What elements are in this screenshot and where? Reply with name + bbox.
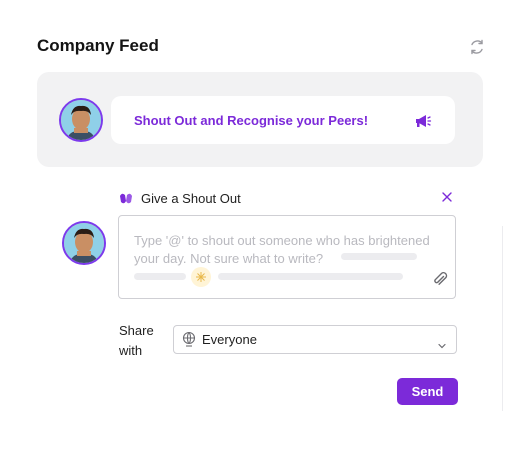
give-shout-out-label: Give a Shout Out (141, 191, 241, 206)
avatar (59, 98, 103, 142)
skeleton-line (218, 273, 403, 280)
clapping-hands-icon (118, 190, 134, 206)
shout-out-prompt-text[interactable]: Shout Out and Recognise your Peers! (134, 113, 368, 128)
chevron-down-icon[interactable] (438, 336, 446, 349)
avatar (62, 221, 106, 265)
shout-out-placeholder: Type '@' to shout out someone who has br… (134, 233, 430, 266)
sparkle-icon (191, 267, 211, 287)
globe-icon (181, 331, 197, 347)
audience-select-value[interactable]: Everyone (202, 332, 257, 347)
share-with-label: Share with (119, 323, 154, 358)
send-button[interactable]: Send (397, 378, 458, 405)
skeleton-line (134, 273, 186, 280)
divider (502, 226, 503, 411)
paperclip-icon[interactable] (431, 270, 449, 288)
skeleton-line (341, 253, 417, 260)
megaphone-icon (413, 113, 433, 129)
page-title: Company Feed (37, 36, 159, 55)
close-icon[interactable] (440, 190, 454, 204)
refresh-icon[interactable] (468, 38, 486, 56)
